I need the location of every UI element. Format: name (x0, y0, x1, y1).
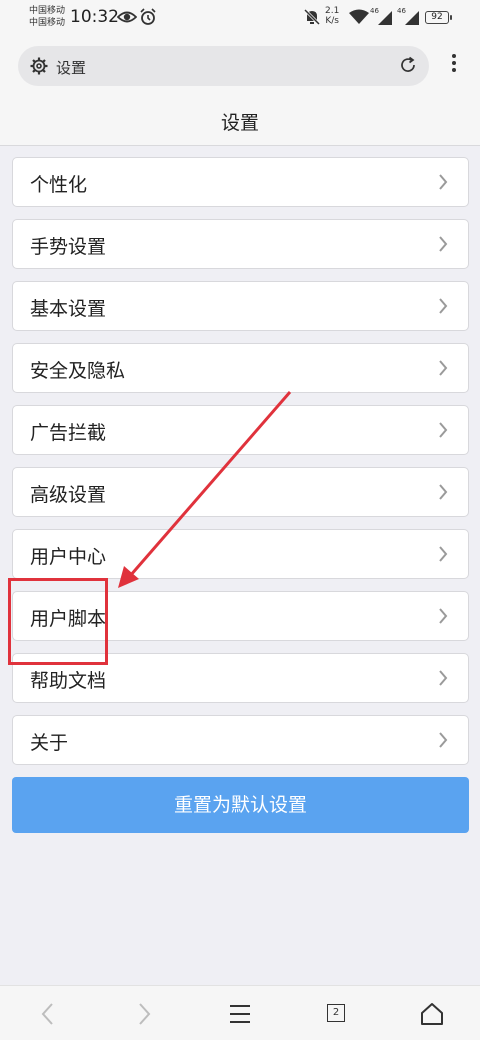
settings-item-user-center[interactable]: 用户中心 (12, 529, 469, 579)
page-header: 设置 (0, 96, 480, 146)
settings-item-label: 帮助文档 (30, 670, 107, 692)
more-vert-icon[interactable] (446, 54, 462, 78)
alarm-icon (140, 8, 156, 30)
carrier-names: 中国移动 中国移动 (29, 5, 65, 29)
net-speed: 2.1 K/s (325, 6, 339, 26)
net-speed-value: 2.1 (325, 6, 340, 16)
address-bar[interactable]: 设置 (18, 46, 429, 86)
net-speed-unit: K/s (325, 16, 339, 26)
chevron-right-icon (438, 174, 448, 194)
annotation-arrow-icon (118, 391, 292, 588)
settings-item-label: 基本设置 (30, 298, 107, 320)
settings-item-label: 高级设置 (30, 484, 107, 506)
signal-icon (405, 10, 419, 29)
settings-item-label: 关于 (30, 732, 69, 754)
menu-icon[interactable] (226, 1000, 256, 1028)
settings-item-basic[interactable]: 基本设置 (12, 281, 469, 331)
chevron-right-icon (438, 360, 448, 380)
back-icon[interactable] (34, 1000, 64, 1028)
mute-icon (303, 8, 321, 30)
status-bar: 中国移动 中国移动 10:32 2.1 K/s 46 46 92 (0, 0, 480, 36)
settings-item-ad-block[interactable]: 广告拦截 (12, 405, 469, 455)
settings-item-about[interactable]: 关于 (12, 715, 469, 765)
settings-item-label: 手势设置 (30, 236, 107, 258)
chevron-right-icon (438, 608, 448, 628)
battery-icon: 92 (425, 11, 452, 24)
bottom-navigation: 2 (0, 985, 480, 1040)
refresh-icon[interactable] (399, 56, 417, 78)
settings-item-label: 安全及隐私 (30, 360, 126, 382)
signal-icon (378, 10, 392, 29)
settings-item-label: 广告拦截 (30, 422, 107, 444)
chevron-right-icon (438, 670, 448, 690)
forward-icon[interactable] (130, 1000, 160, 1028)
eye-icon (116, 8, 138, 30)
chevron-right-icon (438, 484, 448, 504)
chevron-right-icon (438, 236, 448, 256)
tabs-icon[interactable]: 2 (327, 1004, 345, 1022)
carrier-1: 中国移动 (29, 6, 66, 16)
carrier-2: 中国移动 (29, 18, 66, 28)
settings-item-label: 个性化 (30, 174, 88, 196)
settings-item-personalize[interactable]: 个性化 (12, 157, 469, 207)
settings-item-security-privacy[interactable]: 安全及隐私 (12, 343, 469, 393)
chevron-right-icon (438, 546, 448, 566)
settings-item-advanced[interactable]: 高级设置 (12, 467, 469, 517)
reset-defaults-button[interactable]: 重置为默认设置 (12, 777, 469, 833)
gear-icon (30, 57, 48, 79)
home-icon[interactable] (418, 1000, 448, 1028)
chevron-right-icon (438, 732, 448, 752)
settings-item-gestures[interactable]: 手势设置 (12, 219, 469, 269)
browser-toolbar: 设置 (0, 36, 480, 96)
annotation-highlight-box (8, 578, 108, 665)
wifi-icon (349, 9, 369, 29)
page-title: 设置 (220, 112, 259, 134)
chevron-right-icon (438, 422, 448, 442)
chevron-right-icon (438, 298, 448, 318)
address-text: 设置 (56, 59, 87, 77)
settings-item-label: 用户中心 (30, 546, 107, 568)
status-time: 10:32 (70, 7, 119, 27)
